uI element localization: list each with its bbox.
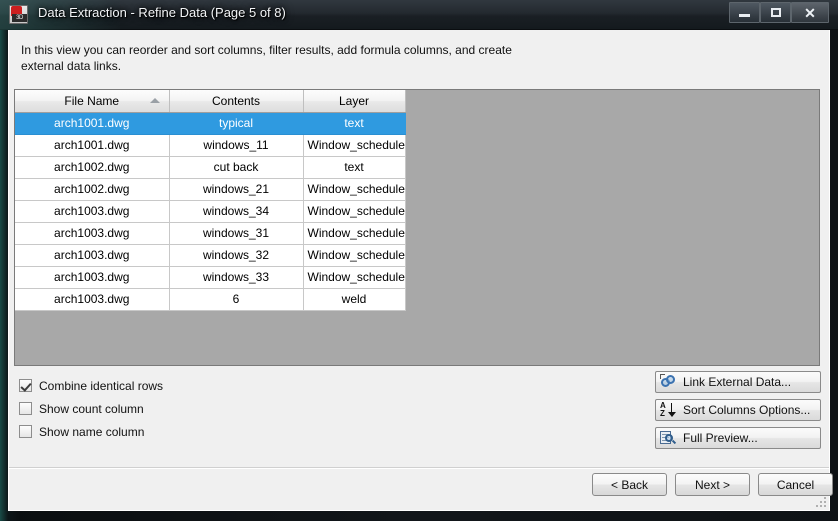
maximize-icon xyxy=(770,8,781,17)
table-row[interactable]: arch1003.dwg windows_33 Window_schedule xyxy=(15,266,406,289)
table-header-row: File Name Contents Layer xyxy=(15,90,406,113)
checkbox-show-count-column[interactable]: Show count column xyxy=(19,397,163,420)
checkbox-combine-identical-rows[interactable]: Combine identical rows xyxy=(19,374,163,397)
table-row[interactable]: arch1003.dwg 6 weld xyxy=(15,288,406,311)
cell-contents[interactable]: cut back xyxy=(169,156,304,179)
table-body: arch1001.dwg typical text arch1001.dwg windo… xyxy=(15,112,406,311)
cell-contents[interactable]: windows_32 xyxy=(169,244,304,267)
close-button[interactable]: ✕ xyxy=(791,2,829,23)
table-row[interactable]: arch1003.dwg windows_31 Window_schedule xyxy=(15,222,406,245)
link-external-data-label: Link External Data... xyxy=(683,375,792,389)
cell-file-name[interactable]: arch1001.dwg xyxy=(15,134,170,157)
data-grid-table: File Name Contents Layer arch1001.dwg typ… xyxy=(15,90,406,311)
cell-file-name[interactable]: arch1003.dwg xyxy=(15,288,170,311)
title-bar[interactable]: 3D Data Extraction - Refine Data (Page 5… xyxy=(0,0,838,30)
column-header-file-name[interactable]: File Name xyxy=(15,90,170,113)
next-button[interactable]: Next > xyxy=(675,473,750,496)
cell-layer[interactable]: weld xyxy=(303,288,406,311)
sort-columns-options-label: Sort Columns Options... xyxy=(683,403,811,417)
cell-contents[interactable]: windows_34 xyxy=(169,200,304,223)
cell-layer[interactable]: Window_schedule xyxy=(303,222,406,245)
back-button[interactable]: < Back xyxy=(592,473,667,496)
cell-file-name[interactable]: arch1003.dwg xyxy=(15,200,170,223)
cell-contents[interactable]: windows_11 xyxy=(169,134,304,157)
checkbox-combine-identical-rows-box[interactable] xyxy=(19,379,32,392)
column-header-layer[interactable]: Layer xyxy=(303,90,406,113)
cell-file-name[interactable]: arch1003.dwg xyxy=(15,266,170,289)
window-frame: 3D Data Extraction - Refine Data (Page 5… xyxy=(0,0,838,521)
cell-layer[interactable]: text xyxy=(303,156,406,179)
full-preview-label: Full Preview... xyxy=(683,431,758,445)
table-row[interactable]: arch1001.dwg typical text xyxy=(15,112,406,135)
preview-magnifier-icon xyxy=(660,430,677,446)
checkbox-show-name-column[interactable]: Show name column xyxy=(19,420,163,443)
table-row[interactable]: arch1003.dwg windows_32 Window_schedule xyxy=(15,244,406,267)
page-description: In this view you can reorder and sort co… xyxy=(21,43,512,73)
data-grid[interactable]: File Name Contents Layer arch1001.dwg typ… xyxy=(14,89,820,366)
link-external-data-button[interactable]: Link External Data... xyxy=(655,371,821,393)
full-preview-button[interactable]: Full Preview... xyxy=(655,427,821,449)
cell-layer[interactable]: Window_schedule xyxy=(303,200,406,223)
minimize-button[interactable] xyxy=(729,2,760,23)
sort-columns-options-button[interactable]: AZ Sort Columns Options... xyxy=(655,399,821,421)
sort-ascending-icon xyxy=(149,98,160,103)
cell-file-name[interactable]: arch1001.dwg xyxy=(15,112,170,135)
action-button-group: Link External Data... AZ Sort Columns Op… xyxy=(655,371,821,455)
column-header-file-name-label: File Name xyxy=(64,93,120,108)
cell-contents[interactable]: windows_21 xyxy=(169,178,304,201)
cell-contents[interactable]: windows_31 xyxy=(169,222,304,245)
minimize-icon xyxy=(739,14,750,17)
dialog-client-area: In this view you can reorder and sort co… xyxy=(8,30,833,511)
window-title: Data Extraction - Refine Data (Page 5 of… xyxy=(38,5,286,20)
table-row[interactable]: arch1002.dwg windows_21 Window_schedule xyxy=(15,178,406,201)
cell-file-name[interactable]: arch1003.dwg xyxy=(15,222,170,245)
cell-contents[interactable]: windows_33 xyxy=(169,266,304,289)
close-icon: ✕ xyxy=(804,4,816,21)
cell-layer[interactable]: Window_schedule xyxy=(303,134,406,157)
cell-layer[interactable]: Window_schedule xyxy=(303,266,406,289)
checkbox-show-count-column-label: Show count column xyxy=(39,401,144,416)
cancel-button[interactable]: Cancel xyxy=(758,473,833,496)
checkbox-show-count-column-box[interactable] xyxy=(19,402,32,415)
autocad-3d-icon-label: 3D xyxy=(12,14,27,22)
cell-contents[interactable]: 6 xyxy=(169,288,304,311)
cell-file-name[interactable]: arch1002.dwg xyxy=(15,156,170,179)
cell-layer[interactable]: Window_schedule xyxy=(303,244,406,267)
cell-file-name[interactable]: arch1002.dwg xyxy=(15,178,170,201)
table-row[interactable]: arch1001.dwg windows_11 Window_schedule xyxy=(15,134,406,157)
column-header-layer-label: Layer xyxy=(338,93,370,108)
checkbox-combine-identical-rows-label: Combine identical rows xyxy=(39,378,164,393)
cell-file-name[interactable]: arch1003.dwg xyxy=(15,244,170,267)
checkbox-show-name-column-box[interactable] xyxy=(19,425,32,438)
autocad-3d-icon: 3D xyxy=(9,5,28,24)
resize-grip[interactable] xyxy=(814,495,826,507)
footer-separator xyxy=(9,467,829,469)
cell-contents[interactable]: typical xyxy=(169,112,304,135)
options-group: Combine identical rows Show count column… xyxy=(19,374,163,443)
checkbox-show-name-column-label: Show name column xyxy=(39,424,145,439)
link-icon xyxy=(660,374,677,390)
table-row[interactable]: arch1003.dwg windows_34 Window_schedule xyxy=(15,200,406,223)
column-header-contents[interactable]: Contents xyxy=(169,90,304,113)
table-row[interactable]: arch1002.dwg cut back text xyxy=(15,156,406,179)
cell-layer[interactable]: Window_schedule xyxy=(303,178,406,201)
sort-az-icon: AZ xyxy=(660,402,677,418)
column-header-contents-label: Contents xyxy=(211,93,261,108)
cell-layer[interactable]: text xyxy=(303,112,406,135)
navigation-button-group: < Back Next > Cancel xyxy=(592,473,833,496)
maximize-button[interactable] xyxy=(760,2,791,23)
